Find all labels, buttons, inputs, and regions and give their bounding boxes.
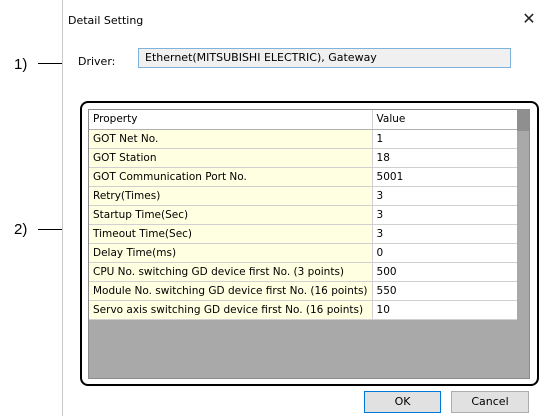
table-row[interactable]: Timeout Time(Sec) 3 xyxy=(89,224,521,244)
vertical-scrollbar[interactable] xyxy=(517,110,529,378)
detail-setting-dialog: Detail Setting ✕ Driver: Ethernet(MITSUB… xyxy=(62,0,540,416)
annotation-2: 2) xyxy=(14,221,28,238)
property-cell: GOT Communication Port No. xyxy=(89,167,373,187)
dialog-title: Detail Setting xyxy=(68,14,144,27)
table-row[interactable]: Retry(Times) 3 xyxy=(89,186,521,206)
property-cell: GOT Station xyxy=(89,148,373,168)
table-row[interactable]: GOT Net No. 1 xyxy=(89,129,521,149)
table-row[interactable]: GOT Station 18 xyxy=(89,148,521,168)
property-table: Property Value GOT Net No. 1 GOT Station 1… xyxy=(89,110,521,320)
driver-field: Ethernet(MITSUBISHI ELECTRIC), Gateway xyxy=(138,48,511,68)
column-header-value[interactable]: Value xyxy=(372,110,521,130)
close-button[interactable]: ✕ xyxy=(518,8,540,30)
value-cell[interactable]: 1 xyxy=(372,129,521,149)
value-cell[interactable]: 500 xyxy=(372,262,521,282)
value-cell[interactable]: 0 xyxy=(372,243,521,263)
table-row[interactable]: CPU No. switching GD device first No. (3… xyxy=(89,262,521,282)
value-cell[interactable]: 3 xyxy=(372,205,521,225)
value-cell[interactable]: 550 xyxy=(372,281,521,301)
property-cell: Servo axis switching GD device first No.… xyxy=(89,300,373,320)
property-cell: Startup Time(Sec) xyxy=(89,205,373,225)
table-row[interactable]: Module No. switching GD device first No.… xyxy=(89,281,521,301)
property-grid[interactable]: Property Value GOT Net No. 1 GOT Station 1… xyxy=(88,109,530,379)
table-row[interactable]: Servo axis switching GD device first No.… xyxy=(89,300,521,320)
table-row[interactable]: GOT Communication Port No. 5001 xyxy=(89,167,521,187)
property-cell: Retry(Times) xyxy=(89,186,373,206)
value-cell[interactable]: 10 xyxy=(372,300,521,320)
table-row[interactable]: Startup Time(Sec) 3 xyxy=(89,205,521,225)
property-cell: GOT Net No. xyxy=(89,129,373,149)
ok-button[interactable]: OK xyxy=(364,391,441,413)
value-cell[interactable]: 3 xyxy=(372,224,521,244)
title-bar: Detail Setting ✕ xyxy=(63,0,540,40)
property-cell: CPU No. switching GD device first No. (3… xyxy=(89,262,373,282)
property-cell: Timeout Time(Sec) xyxy=(89,224,373,244)
value-cell[interactable]: 5001 xyxy=(372,167,521,187)
driver-label: Driver: xyxy=(78,55,116,68)
cancel-button[interactable]: Cancel xyxy=(451,391,529,413)
value-cell[interactable]: 18 xyxy=(372,148,521,168)
property-cell: Module No. switching GD device first No.… xyxy=(89,281,373,301)
table-row[interactable]: Delay Time(ms) 0 xyxy=(89,243,521,263)
table-header-row: Property Value xyxy=(89,110,521,130)
scrollbar-thumb[interactable] xyxy=(517,110,529,131)
value-cell[interactable]: 3 xyxy=(372,186,521,206)
column-header-property[interactable]: Property xyxy=(89,110,373,130)
annotation-1: 1) xyxy=(14,56,28,73)
property-cell: Delay Time(ms) xyxy=(89,243,373,263)
